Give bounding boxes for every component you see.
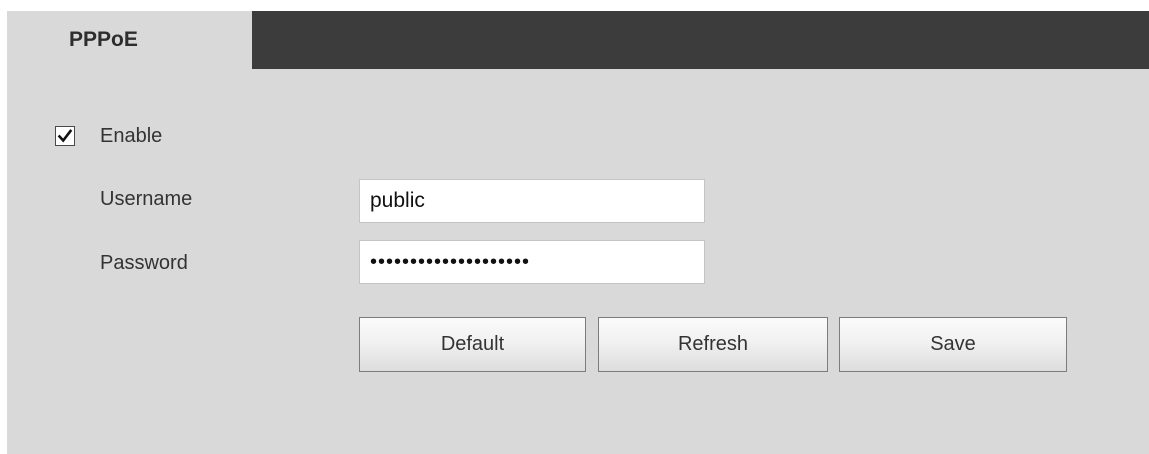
password-input[interactable]: •••••••••••••••••••• [359, 240, 705, 284]
checkmark-icon [57, 129, 73, 143]
tab-pppoe[interactable]: PPPoE [7, 11, 252, 69]
username-label: Username [100, 188, 193, 210]
enable-row: Enable [55, 123, 162, 149]
save-button[interactable]: Save [839, 317, 1067, 372]
refresh-button[interactable]: Refresh [598, 317, 828, 372]
page: PPPoE Enable Username Password •••••••••… [0, 0, 1149, 454]
enable-label: Enable [100, 124, 163, 147]
username-input[interactable] [359, 179, 705, 223]
pppoe-settings-panel: PPPoE Enable Username Password •••••••••… [7, 11, 1149, 454]
tab-bar: PPPoE [7, 11, 1149, 69]
default-button[interactable]: Default [359, 317, 586, 372]
enable-checkbox[interactable] [55, 126, 75, 146]
password-label: Password [100, 252, 188, 274]
